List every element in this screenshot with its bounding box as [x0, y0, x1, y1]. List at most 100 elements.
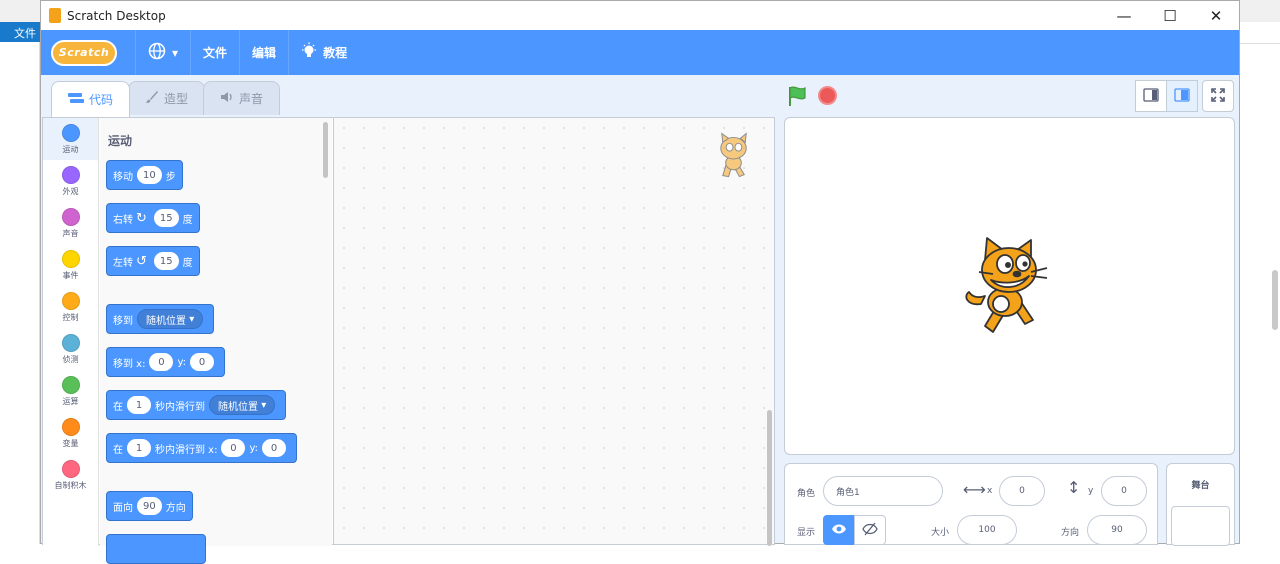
block-input-y[interactable]: 0: [190, 353, 215, 371]
workspace-scrollbar[interactable]: [767, 410, 772, 546]
category-looks-dot: [61, 165, 80, 184]
category-label: 运动: [62, 144, 79, 154]
block-text: y:: [177, 356, 187, 368]
palette-scrollbar[interactable]: [323, 122, 328, 178]
category-variables[interactable]: 变量: [43, 412, 98, 454]
close-button[interactable]: ✕: [1193, 7, 1239, 25]
background-scrollbar[interactable]: [1272, 270, 1278, 330]
block-input-y[interactable]: 0: [262, 439, 287, 457]
category-sound-dot: [61, 207, 80, 226]
size-label: 大小: [931, 528, 950, 538]
block-text: 左转: [113, 257, 133, 269]
maximize-button[interactable]: ☐: [1147, 7, 1193, 25]
eye-slash-icon: [862, 522, 878, 539]
script-workspace[interactable]: [334, 117, 775, 546]
background-window-right: [1240, 0, 1280, 544]
scratch-logo[interactable]: Scratch: [51, 39, 117, 66]
block-input-direction[interactable]: 90: [137, 497, 162, 515]
menu-tutorials[interactable]: 教程: [288, 30, 359, 75]
block-partial[interactable]: [106, 534, 206, 564]
minimize-button[interactable]: —: [1101, 7, 1147, 25]
block-text: 秒内滑行到: [155, 401, 205, 413]
direction-input[interactable]: 90: [1087, 515, 1147, 545]
hide-sprite-button[interactable]: [854, 515, 886, 545]
small-stage-icon: [1143, 87, 1159, 105]
block-point-direction[interactable]: 面向 90 方向: [106, 491, 193, 521]
block-text: y:: [249, 442, 259, 454]
category-control[interactable]: 控制: [43, 286, 98, 328]
category-motion-dot: [61, 123, 80, 142]
block-dropdown-target[interactable]: 随机位置 ▾: [137, 309, 204, 329]
block-glide-to[interactable]: 在 1 秒内滑行到 随机位置 ▾: [106, 390, 287, 420]
block-text: 方向: [165, 502, 186, 514]
category-sensing[interactable]: 侦测: [43, 328, 98, 370]
sprite-thumbnail-icon: [712, 132, 756, 185]
tab-sounds[interactable]: 声音: [203, 81, 281, 115]
category-sound[interactable]: 声音: [43, 202, 98, 244]
block-input-steps[interactable]: 10: [137, 166, 162, 184]
tab-sounds-label: 声音: [239, 92, 264, 106]
block-glide-xy[interactable]: 在 1 秒内滑行到 x: 0 y: 0: [106, 433, 298, 463]
scratch-window: Scratch Desktop — ☐ ✕ Scratch ▾ 文件 编辑 教程: [40, 0, 1240, 564]
size-input[interactable]: 100: [957, 515, 1017, 545]
stage-selector[interactable]: 舞台: [1166, 463, 1235, 546]
dropdown-label: 随机位置: [146, 315, 186, 327]
fullscreen-button[interactable]: [1202, 80, 1234, 112]
language-menu[interactable]: ▾: [135, 30, 190, 75]
block-text: 移到 x:: [113, 358, 146, 370]
eye-icon: [831, 523, 847, 538]
y-label: y: [1088, 486, 1094, 496]
scratch-cat-sprite[interactable]: [961, 236, 1057, 339]
menu-edit[interactable]: 编辑: [239, 30, 288, 75]
block-input-degrees[interactable]: 15: [153, 209, 179, 227]
block-turn-left[interactable]: 左转 ↺ 15 度: [106, 246, 200, 276]
block-text: 面向: [113, 502, 133, 514]
sprite-name-input[interactable]: 角色1: [823, 476, 943, 506]
show-sprite-button[interactable]: [823, 515, 855, 545]
stage-canvas[interactable]: [784, 117, 1235, 455]
rotate-left-icon: ↺: [136, 253, 147, 269]
block-input-x[interactable]: 0: [149, 353, 174, 371]
sprite-name-label: 角色: [797, 489, 816, 499]
menu-file[interactable]: 文件: [190, 30, 239, 75]
block-text: 右转: [113, 214, 133, 226]
category-label: 运算: [62, 396, 79, 406]
category-looks[interactable]: 外观: [43, 160, 98, 202]
block-input-seconds[interactable]: 1: [127, 396, 151, 414]
block-dropdown-target[interactable]: 随机位置 ▾: [209, 395, 276, 415]
block-text: 度: [182, 257, 193, 269]
block-goto[interactable]: 移到 随机位置 ▾: [106, 304, 215, 334]
block-input-x[interactable]: 0: [221, 439, 246, 457]
category-label: 自制积木: [54, 480, 87, 490]
sprite-info-panel: 角色 角色1 ⟷ x 0 ↕ y 0 显示 大小 100 方向 90: [784, 463, 1158, 545]
menu-bar: Scratch ▾ 文件 编辑 教程: [41, 30, 1239, 75]
x-input[interactable]: 0: [999, 476, 1045, 506]
block-input-degrees[interactable]: 15: [153, 252, 179, 270]
stage-size-controls: [1135, 80, 1234, 112]
category-events[interactable]: 事件: [43, 244, 98, 286]
small-stage-button[interactable]: [1135, 80, 1167, 112]
stage-thumbnail[interactable]: [1171, 506, 1230, 546]
block-turn-right[interactable]: 右转 ↻ 15 度: [106, 203, 200, 233]
green-flag-button[interactable]: [786, 85, 808, 107]
stop-button[interactable]: [818, 86, 837, 105]
background-menu-right: [1240, 22, 1280, 44]
block-input-seconds[interactable]: 1: [127, 439, 151, 457]
category-operators[interactable]: 运算: [43, 370, 98, 412]
tab-code[interactable]: 代码: [51, 81, 131, 117]
normal-stage-button[interactable]: [1166, 80, 1198, 112]
vertical-arrows-icon: ↕: [1067, 478, 1081, 497]
category-motion[interactable]: 运动: [43, 118, 98, 160]
y-input[interactable]: 0: [1101, 476, 1147, 506]
background-titlebar: [0, 0, 40, 22]
block-goto-xy[interactable]: 移到 x: 0 y: 0: [106, 347, 226, 377]
category-my-blocks[interactable]: 自制积木: [43, 454, 98, 496]
tab-costumes[interactable]: 造型: [128, 81, 206, 115]
block-move-steps[interactable]: 移动 10 步: [106, 160, 183, 190]
chevron-down-icon: ▾: [172, 45, 179, 60]
lightbulb-icon: [301, 42, 317, 64]
background-menu-file[interactable]: 文件: [0, 22, 40, 42]
fullscreen-icon: [1211, 87, 1225, 105]
section-title-motion: 运动: [108, 134, 133, 148]
category-operators-dot: [61, 375, 80, 394]
